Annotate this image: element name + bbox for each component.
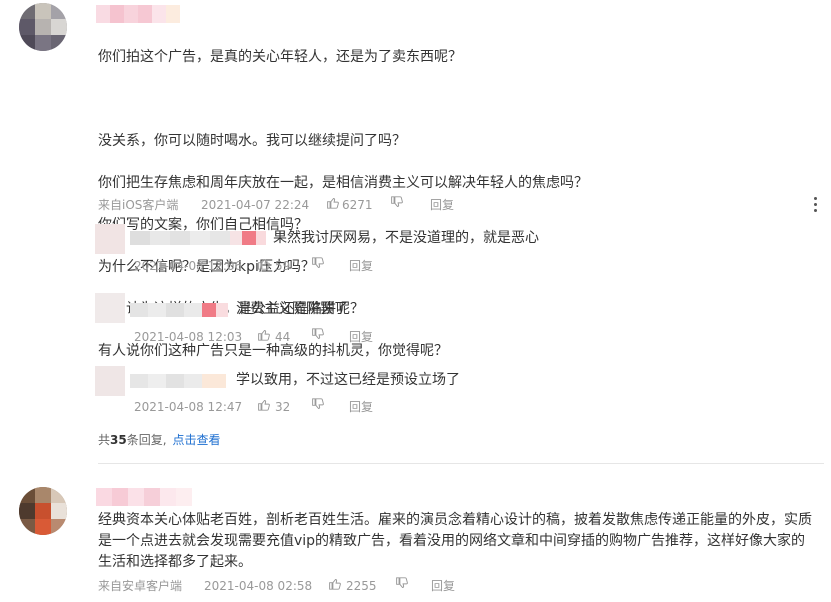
reply-meta: 2021-04-08 12:06 59 回复 <box>134 257 534 275</box>
like-count: 59 <box>275 259 291 273</box>
reply-text: 学以致用，不过这已经是预设立场了 <box>236 372 460 388</box>
reply-button[interactable]: 回复 <box>349 257 373 275</box>
reply-username[interactable] <box>130 303 228 317</box>
timestamp: 2021-04-08 12:47 <box>134 400 243 414</box>
thumbs-up-icon[interactable] <box>328 577 341 590</box>
thumbs-down-icon[interactable] <box>311 257 324 270</box>
thumbs-down-icon[interactable] <box>311 398 324 411</box>
reply-avatar[interactable] <box>95 224 125 254</box>
reply-button[interactable]: 回复 <box>349 328 373 346</box>
comment-line <box>98 89 798 110</box>
summary-suffix: 条回复, <box>126 433 167 447</box>
reply-text: 消费主义陷阱罢了 <box>236 301 348 317</box>
reply-text: 果然我讨厌网易，不是没道理的，就是恶心 <box>273 230 539 246</box>
client-source: 来自安卓客户端 <box>98 579 183 593</box>
reply-summary: 共35条回复, 点击查看 <box>98 431 221 448</box>
thumbs-up-icon[interactable] <box>257 328 270 341</box>
reply-count: 35 <box>110 433 127 447</box>
comment-line: 你们拍这个广告，是真的关心年轻人，还是为了卖东西呢？ <box>98 49 462 65</box>
timestamp: 2021-04-08 12:03 <box>134 330 243 344</box>
username[interactable] <box>96 488 192 506</box>
reply-avatar[interactable] <box>95 366 125 396</box>
avatar[interactable] <box>19 487 67 535</box>
reply-meta: 2021-04-08 12:47 32 回复 <box>134 398 534 416</box>
divider <box>98 463 824 464</box>
timestamp: 2021-04-08 02:58 <box>204 579 313 593</box>
reply-button[interactable]: 回复 <box>349 398 373 416</box>
reply-meta: 2021-04-08 12:03 44 回复 <box>134 328 534 346</box>
avatar[interactable] <box>19 3 67 51</box>
like-count: 2255 <box>346 579 377 593</box>
timestamp: 2021-04-07 22:24 <box>201 198 310 212</box>
client-source: 来自iOS客户端 <box>98 198 179 212</box>
reply-avatar[interactable] <box>95 293 125 323</box>
more-vertical-icon[interactable] <box>812 197 820 213</box>
reply-button[interactable]: 回复 <box>431 577 455 595</box>
summary-prefix: 共 <box>98 433 111 447</box>
comment-line: 你们把生存焦虑和周年庆放在一起，是相信消费主义可以解决年轻人的焦虑吗？ <box>98 175 588 191</box>
thumbs-up-icon[interactable] <box>326 196 339 209</box>
comment-text: 经典资本关心体贴老百姓，剖析老百姓生活。雇来的演员念着精心设计的稿，披着发散焦虑… <box>98 512 812 570</box>
comment-meta: 来自iOS客户端 2021-04-07 22:24 6271 回复 <box>98 196 798 214</box>
thumbs-up-icon[interactable] <box>257 257 270 270</box>
thumbs-up-icon[interactable] <box>257 398 270 411</box>
reply-username[interactable] <box>130 231 266 245</box>
reply-button[interactable]: 回复 <box>430 196 454 214</box>
reply-username[interactable] <box>130 374 226 388</box>
username[interactable] <box>96 5 188 23</box>
thumbs-down-icon[interactable] <box>390 196 403 209</box>
view-replies-link[interactable]: 点击查看 <box>173 433 221 447</box>
comment-meta: 来自安卓客户端 2021-04-08 02:58 2255 回复 <box>98 577 798 595</box>
comment-line: 没关系，你可以随时喝水。我可以继续提问了吗？ <box>98 133 406 149</box>
timestamp: 2021-04-08 12:06 <box>134 259 243 273</box>
thumbs-down-icon[interactable] <box>311 328 324 341</box>
thumbs-down-icon[interactable] <box>395 577 408 590</box>
like-count: 32 <box>275 400 291 414</box>
like-count: 44 <box>275 330 291 344</box>
like-count: 6271 <box>342 198 373 212</box>
